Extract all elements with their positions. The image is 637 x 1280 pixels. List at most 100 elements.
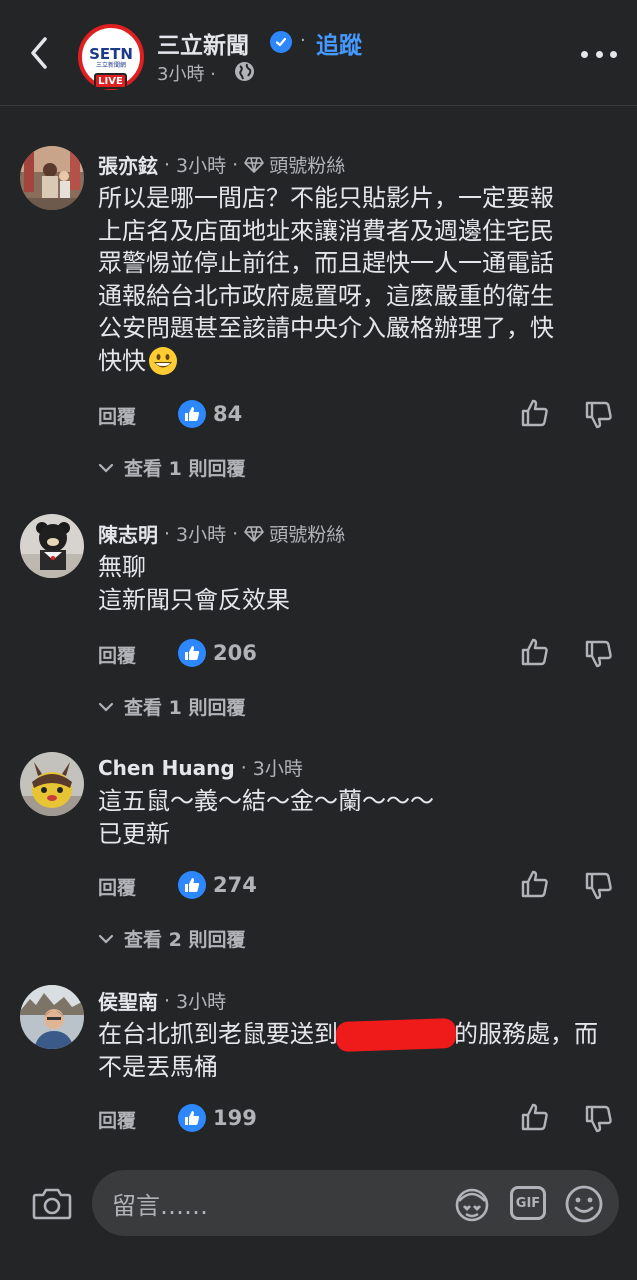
commenter-name[interactable]: 張亦鉉 [98,150,158,179]
camera-icon[interactable] [32,1185,72,1221]
post-time: 3小時 · [157,64,216,85]
comment-meta: Chen Huang · 3小時 [98,754,303,781]
comment-meta: 侯聖南 · 3小時 [98,986,226,1015]
comment-text-line: 這新聞只會反效果 [98,585,290,614]
thumbs-up-icon[interactable] [520,1102,550,1132]
comment-text-fragment: 快快 [98,346,146,375]
back-button[interactable] [22,30,56,76]
diamond-icon [244,525,264,542]
diamond-icon [244,156,264,173]
comment-text: 無聊 這新聞只會反效果 [98,551,618,616]
comment-time: 3小時 [176,155,227,177]
comment-text-line: 無聊 [98,553,146,581]
meta-separator: · [240,756,247,779]
commenter-name[interactable]: Chen Huang [98,756,235,780]
like-count[interactable]: 84 [178,400,242,428]
page-name[interactable]: 三立新聞 [157,26,249,60]
like-reaction-icon [178,400,206,428]
top-fan-badge: 頭號粉絲 [269,524,346,546]
view-replies-label: 查看 1 則回覆 [124,697,246,719]
comment-text-fragment: 在台北抓到老鼠要送到 [98,1020,338,1048]
chevron-down-icon [98,463,114,473]
top-fan-badge: 頭號粉絲 [269,155,346,177]
comment-meta: 陳志明 · 3小時 · 頭號粉絲 [98,519,345,548]
comment-time: 3小時 [252,758,303,780]
like-number: 199 [213,1106,257,1130]
thumbs-down-icon[interactable] [584,639,614,669]
commenter-avatar[interactable] [20,146,84,210]
comment-text-line: 已更新 [98,819,170,848]
header-separator: · [300,30,306,51]
chevron-down-icon [98,934,114,944]
view-replies-button[interactable]: 查看 1 則回覆 [98,454,245,481]
comment-text-line: 公安問題甚至該請中央介入嚴格辦理了，快 [98,314,554,342]
meta-separator: · [164,522,171,545]
like-reaction-icon [178,1104,206,1132]
comment-text-line: 上店名及店面地址來讓消費者及週邊住宅民 [98,216,554,245]
meta-separator: · [164,153,171,176]
comment-text: 所以是哪一間店？不能只貼影片，一定要報 上店名及店面地址來讓消費者及週邊住宅民 … [98,182,618,377]
verified-badge-icon [270,31,292,53]
reply-button[interactable]: 回覆 [98,873,136,900]
comment-meta: 張亦鉉 · 3小時 · 頭號粉絲 [98,150,345,179]
commenter-avatar[interactable] [20,514,84,578]
reply-button[interactable]: 回覆 [98,1106,136,1133]
comment-text: 這五鼠～義～結～金～蘭～～～ 已更新 [98,785,618,850]
gif-button[interactable]: GIF [510,1186,546,1220]
like-count[interactable]: 206 [178,639,257,667]
comment-actions: 回覆 206 [98,638,618,671]
setn-logo-subtext: 三立新聞網 [95,61,126,69]
comment-text-line-last: 快快 [98,345,618,378]
avatar-sticker-icon[interactable] [453,1185,491,1223]
view-replies-button[interactable]: 查看 1 則回覆 [98,693,245,720]
comment-text-fragment: 的服務處，而 [454,1020,598,1048]
like-number: 206 [213,641,257,665]
dot-icon [610,50,617,58]
thumbs-down-icon[interactable] [584,1104,614,1134]
comment-actions: 回覆 199 [98,1103,618,1136]
comment-time: 3小時 [176,991,227,1013]
like-number: 274 [213,873,257,897]
view-replies-label: 查看 2 則回覆 [124,929,246,951]
thumbs-down-icon[interactable] [584,400,614,430]
dot-icon [581,50,588,58]
thumbs-down-icon[interactable] [584,871,614,901]
setn-logo: SETN [89,44,133,63]
comment-text-line: 眾警惕並停止前往，而且趕快一人一通電話 [98,249,554,277]
thumbs-up-icon[interactable] [520,869,550,899]
comment-composer: 留言…… GIF [0,1150,637,1280]
comment-input[interactable]: 留言…… [112,1186,208,1221]
like-reaction-icon [178,871,206,899]
meta-separator: · [164,989,171,1012]
comment-input-box[interactable]: 留言…… GIF [92,1170,619,1236]
post-header: SETN 三立新聞網 LIVE 三立新聞 · 追蹤 3小時 · [0,0,637,106]
thumbs-up-icon[interactable] [520,637,550,667]
comment-text-line: 在台北抓到老鼠要送到 的服務處，而 [98,1017,618,1053]
thumbs-up-icon[interactable] [520,398,550,428]
comment-text-line: 通報給台北市政府處置呀，這麼嚴重的衛生 [98,281,554,310]
reply-button[interactable]: 回覆 [98,402,136,429]
commenter-name[interactable]: 陳志明 [98,519,158,548]
comment-text-line: 所以是哪一間店？不能只貼影片，一定要報 [98,184,554,212]
reply-button[interactable]: 回覆 [98,641,136,668]
chevron-down-icon [98,702,114,712]
comment-actions: 回覆 274 [98,870,618,903]
comment-text-line: 不是丟馬桶 [98,1052,218,1081]
emoji-icon[interactable] [564,1184,604,1224]
commenter-name[interactable]: 侯聖南 [98,986,158,1015]
view-replies-label: 查看 1 則回覆 [124,458,246,480]
meta-separator: · [232,153,239,176]
like-reaction-icon [178,639,206,667]
like-count[interactable]: 199 [178,1104,257,1132]
commenter-avatar[interactable] [20,985,84,1049]
like-count[interactable]: 274 [178,871,257,899]
more-options-button[interactable] [581,42,617,66]
comment-text: 在台北抓到老鼠要送到 的服務處，而 不是丟馬桶 [98,1017,618,1083]
chevron-left-icon [31,37,47,69]
follow-button[interactable]: 追蹤 [316,26,362,60]
view-replies-button[interactable]: 查看 2 則回覆 [98,925,245,952]
commenter-avatar[interactable] [20,752,84,816]
comment-text-line: 這五鼠～義～結～金～蘭～～～ [98,787,434,815]
like-number: 84 [213,402,243,426]
comment-actions: 回覆 84 [98,399,618,432]
